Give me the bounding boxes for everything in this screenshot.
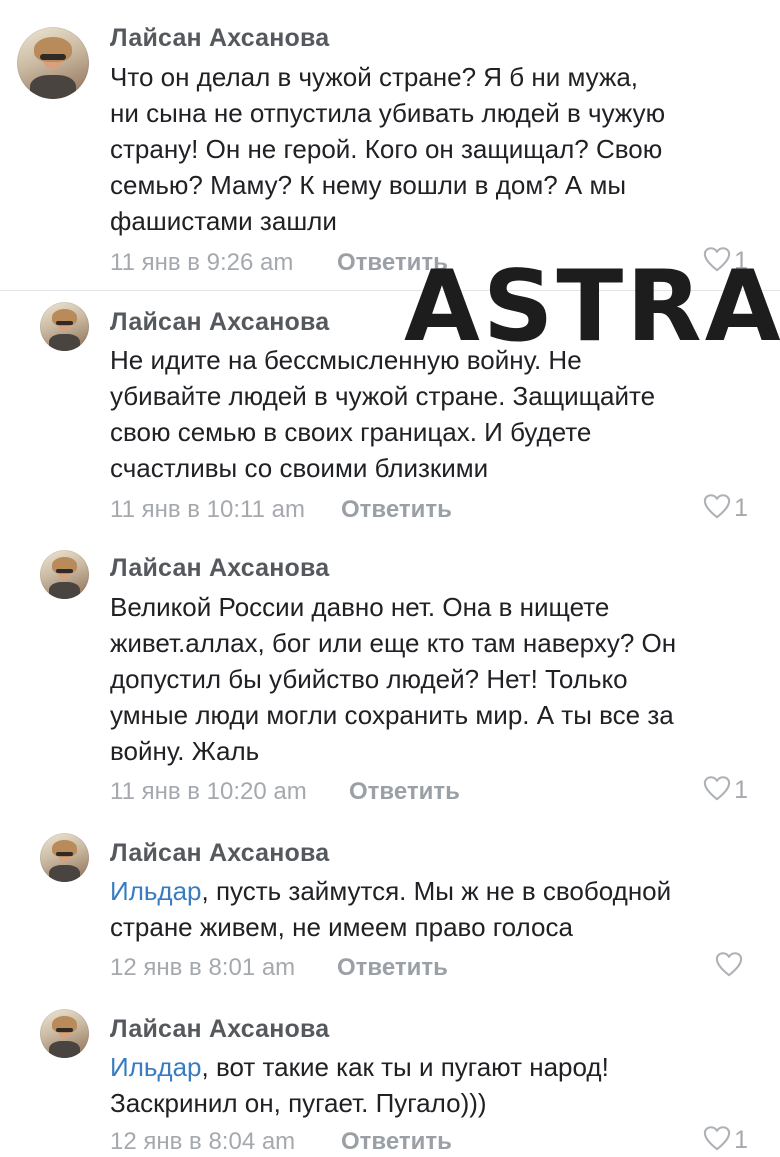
like-count: 1 [734, 493, 748, 522]
heart-outline-icon [714, 950, 744, 983]
heart-outline-icon [702, 492, 732, 525]
avatar[interactable] [40, 550, 89, 599]
heart-outline-icon [702, 774, 732, 807]
astra-watermark: ASTRA [404, 250, 780, 364]
comment-timestamp: 11 янв в 9:26 am [110, 249, 294, 276]
comment-timestamp: 12 янв в 8:01 am [110, 954, 296, 981]
comment-item: Лайсан Ахсанова Великой России давно нет… [0, 542, 780, 827]
like-count: 1 [734, 775, 748, 804]
comment-text-line: умные люди могли сохранить мир. А ты все… [110, 700, 674, 730]
reply-button[interactable]: Ответить [349, 778, 460, 806]
comment-author[interactable]: Лайсан Ахсанова [110, 554, 329, 583]
comment-item: Лайсан Ахсанова Что он делал в чужой стр… [0, 0, 780, 290]
avatar[interactable] [40, 302, 89, 351]
comment-text-line: семью? Маму? К нему вошли в дом? А мы [110, 170, 627, 200]
comment-text: Ильдар, вот такие как ты и пугают народ!… [110, 1049, 760, 1121]
comment-timestamp: 12 янв в 8:04 am [110, 1128, 296, 1155]
comment-author[interactable]: Лайсан Ахсанова [110, 839, 329, 868]
comment-text-line: живет.аллах, бог или еще кто там наверху… [110, 628, 677, 658]
like-button[interactable]: 1 [702, 775, 748, 805]
comment-author[interactable]: Лайсан Ахсанова [110, 24, 329, 53]
like-button[interactable]: 1 [702, 1125, 748, 1155]
comment-text-line: страну! Он не герой. Кого он защищал? Св… [110, 134, 663, 164]
comment-item: Лайсан Ахсанова Ильдар, пусть займутся. … [0, 827, 780, 1007]
comment-author[interactable]: Лайсан Ахсанова [110, 308, 329, 337]
comment-text-line: убивайте людей в чужой стране. Защищайте [110, 381, 656, 411]
comment-text-line: войну. Жаль [110, 736, 260, 766]
comment-text-line: счастливы со своими близкими [110, 453, 489, 483]
avatar[interactable] [17, 27, 89, 99]
comment-text-line: Заскринил он, пугает. Пугало))) [110, 1088, 487, 1118]
user-mention-link[interactable]: Ильдар [110, 876, 202, 906]
comment-timestamp: 11 янв в 10:11 am [110, 496, 305, 523]
comment-item: Лайсан Ахсанова Ильдар, вот такие как ты… [0, 1007, 780, 1155]
avatar[interactable] [40, 833, 89, 882]
comment-text-line: фашистами зашли [110, 206, 337, 236]
comment-text-line: допустил бы убийство людей? Нет! Только [110, 664, 628, 694]
comment-text-line: Ильдар, пусть займутся. Мы ж не в свобод… [110, 873, 760, 909]
comment-text-line: ни сына не отпустила убивать людей в чуж… [110, 98, 666, 128]
comment-author[interactable]: Лайсан Ахсанова [110, 1015, 329, 1044]
comment-text-fragment: , пусть займутся. Мы ж не в свободной [201, 876, 672, 906]
comment-timestamp: 11 янв в 10:20 am [110, 778, 307, 805]
comments-feed: Лайсан Ахсанова Что он делал в чужой стр… [0, 0, 780, 1155]
reply-button[interactable]: Ответить [337, 954, 448, 982]
reply-button[interactable]: Ответить [341, 496, 452, 524]
comment-text-line: Что он делал в чужой стране? Я б ни мужа… [110, 62, 639, 92]
comment-text-fragment: , вот такие как ты и пугают народ! [201, 1052, 609, 1082]
user-mention-link[interactable]: Ильдар [110, 1052, 202, 1082]
avatar[interactable] [40, 1009, 89, 1058]
comment-text-line: Ильдар, вот такие как ты и пугают народ! [110, 1049, 760, 1085]
like-count: 1 [734, 1125, 748, 1154]
comment-text: Что он делал в чужой стране? Я б ни мужа… [110, 59, 760, 239]
comment-text-line: свою семью в своих границах. И будете [110, 417, 592, 447]
comment-text: Ильдар, пусть займутся. Мы ж не в свобод… [110, 873, 760, 945]
reply-button[interactable]: Ответить [341, 1128, 452, 1156]
heart-outline-icon [702, 1124, 732, 1157]
like-button[interactable] [714, 951, 746, 981]
comment-text: Великой России давно нет. Она в нищете ж… [110, 589, 760, 769]
comment-text-line: стране живем, не имеем право голоса [110, 912, 573, 942]
comment-text-line: Великой России давно нет. Она в нищете [110, 592, 610, 622]
like-button[interactable]: 1 [702, 493, 748, 523]
